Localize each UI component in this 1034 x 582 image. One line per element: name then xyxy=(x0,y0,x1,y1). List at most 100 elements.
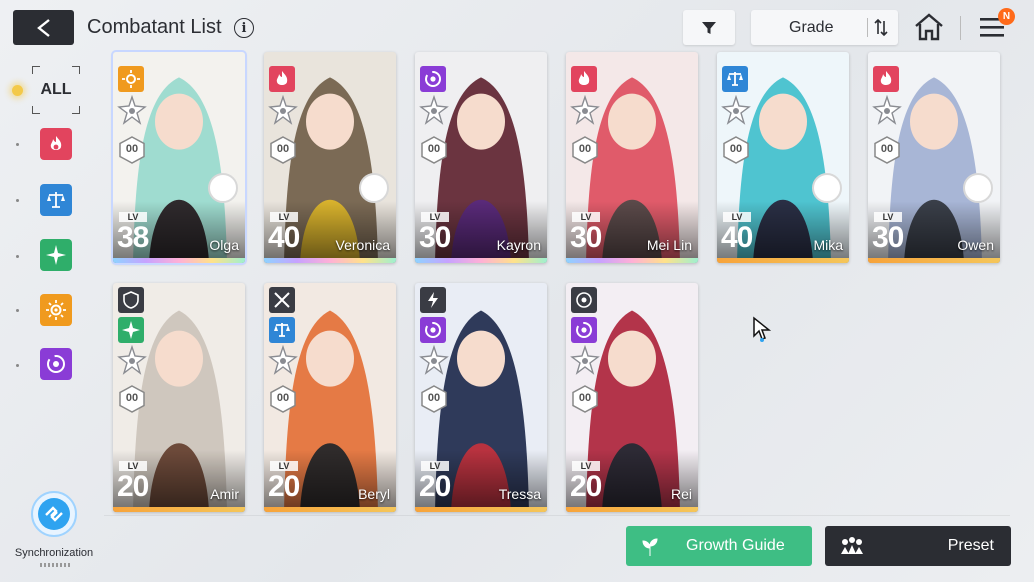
potential-badge: 00 xyxy=(572,385,598,418)
combatant-name: Owen xyxy=(957,237,994,253)
level-value: 20 xyxy=(570,470,602,503)
element-void-icon xyxy=(571,317,597,343)
balance-scale-icon xyxy=(47,192,65,208)
potential-badge-value: 00 xyxy=(125,392,139,404)
class-target-icon xyxy=(571,287,597,313)
element-wind-icon xyxy=(118,317,144,343)
element-void-icon xyxy=(420,317,446,343)
level-value: 40 xyxy=(721,221,753,254)
growth-guide-label: Growth Guide xyxy=(686,537,785,554)
wind-star-icon xyxy=(46,245,66,265)
potential-badge: 00 xyxy=(874,136,900,169)
sort-order-icon[interactable] xyxy=(873,18,889,37)
filter-fire-button[interactable] xyxy=(40,128,72,160)
synchronization-progress xyxy=(40,563,70,567)
combatant-name: Olga xyxy=(209,237,239,253)
divider xyxy=(16,143,19,146)
level-value: 38 xyxy=(117,221,149,254)
combatant-card[interactable]: 00 LV 20 Rei xyxy=(566,283,698,512)
level-value: 30 xyxy=(872,221,904,254)
grade-star-icon xyxy=(117,345,147,375)
grade-star-icon xyxy=(570,345,600,375)
combatant-card[interactable]: 00 LV 38 Olga xyxy=(113,52,245,263)
filter-wind-button[interactable] xyxy=(40,239,72,271)
divider xyxy=(867,18,868,37)
level-value: 30 xyxy=(419,221,451,254)
element-sun-icon xyxy=(118,66,144,92)
class-crossed-swords-icon xyxy=(269,287,295,313)
divider xyxy=(16,255,19,258)
rarity-strip xyxy=(415,507,547,512)
combatant-name: Veronica xyxy=(335,237,390,253)
companion-avatar[interactable] xyxy=(208,173,238,203)
rarity-strip xyxy=(113,258,245,263)
synchronization-label: Synchronization xyxy=(14,547,94,559)
grade-star-icon xyxy=(117,95,147,125)
potential-badge-value: 00 xyxy=(578,392,592,404)
divider xyxy=(16,309,19,312)
rarity-strip xyxy=(566,507,698,512)
level-value: 40 xyxy=(268,221,300,254)
divider xyxy=(960,16,961,40)
combatant-card[interactable]: 00 LV 30 Owen xyxy=(868,52,1000,263)
companion-avatar[interactable] xyxy=(812,173,842,203)
combatant-card[interactable]: 00 LV 20 Tressa xyxy=(415,283,547,512)
home-icon[interactable] xyxy=(913,12,945,42)
level-value: 20 xyxy=(117,470,149,503)
synchronization-icon xyxy=(31,491,77,537)
info-icon[interactable]: i xyxy=(234,18,254,38)
filter-all-button[interactable]: ALL xyxy=(32,66,80,114)
companion-avatar[interactable] xyxy=(963,173,993,203)
potential-badge-value: 00 xyxy=(427,392,441,404)
combatant-card[interactable]: 00 LV 20 Amir xyxy=(113,283,245,512)
rarity-strip xyxy=(717,258,849,263)
potential-badge: 00 xyxy=(421,136,447,169)
divider xyxy=(104,515,1010,516)
element-fire-icon xyxy=(571,66,597,92)
potential-badge: 00 xyxy=(270,136,296,169)
notification-badge: N xyxy=(998,8,1015,25)
back-arrow-icon xyxy=(36,18,50,37)
combatant-name: Beryl xyxy=(358,486,390,502)
rarity-strip xyxy=(415,258,547,263)
potential-badge-value: 00 xyxy=(125,143,139,155)
element-void-icon xyxy=(420,66,446,92)
grade-star-icon xyxy=(721,95,751,125)
filter-void-button[interactable] xyxy=(40,348,72,380)
combatant-card[interactable]: 00 LV 30 Kayron xyxy=(415,52,547,263)
class-shield-icon xyxy=(118,287,144,313)
combatant-card[interactable]: 00 LV 30 Mei Lin xyxy=(566,52,698,263)
filter-button[interactable] xyxy=(683,10,735,45)
filter-all-label: ALL xyxy=(40,81,72,98)
sort-grade-dropdown[interactable]: Grade xyxy=(751,10,898,45)
element-fire-icon xyxy=(873,66,899,92)
combatant-name: Tressa xyxy=(498,486,541,502)
mouse-cursor-icon xyxy=(753,316,772,342)
void-swirl-icon xyxy=(47,355,65,373)
synchronization-button[interactable] xyxy=(29,489,79,539)
companion-avatar[interactable] xyxy=(359,173,389,203)
combatant-name: Kayron xyxy=(496,237,541,253)
potential-badge-value: 00 xyxy=(729,143,743,155)
level-value: 20 xyxy=(268,470,300,503)
selected-indicator xyxy=(12,85,23,96)
potential-badge: 00 xyxy=(572,136,598,169)
potential-badge-value: 00 xyxy=(578,143,592,155)
grade-star-icon xyxy=(268,345,298,375)
element-fire-icon xyxy=(269,66,295,92)
filter-balance-button[interactable] xyxy=(40,184,72,216)
sun-eye-icon xyxy=(46,300,66,320)
grade-star-icon xyxy=(570,95,600,125)
combatant-card[interactable]: 00 LV 20 Beryl xyxy=(264,283,396,512)
preset-button[interactable]: Preset xyxy=(825,526,1011,566)
potential-badge-value: 00 xyxy=(880,143,894,155)
page-title: Combatant List xyxy=(87,16,222,38)
element-balance-icon xyxy=(269,317,295,343)
growth-guide-button[interactable]: Growth Guide xyxy=(626,526,812,566)
combatant-card[interactable]: 00 LV 40 Veronica xyxy=(264,52,396,263)
combatant-card[interactable]: 00 LV 40 Mika xyxy=(717,52,849,263)
grade-star-icon xyxy=(419,95,449,125)
team-icon xyxy=(841,537,863,554)
back-button[interactable] xyxy=(13,10,74,45)
filter-sun-button[interactable] xyxy=(40,294,72,326)
